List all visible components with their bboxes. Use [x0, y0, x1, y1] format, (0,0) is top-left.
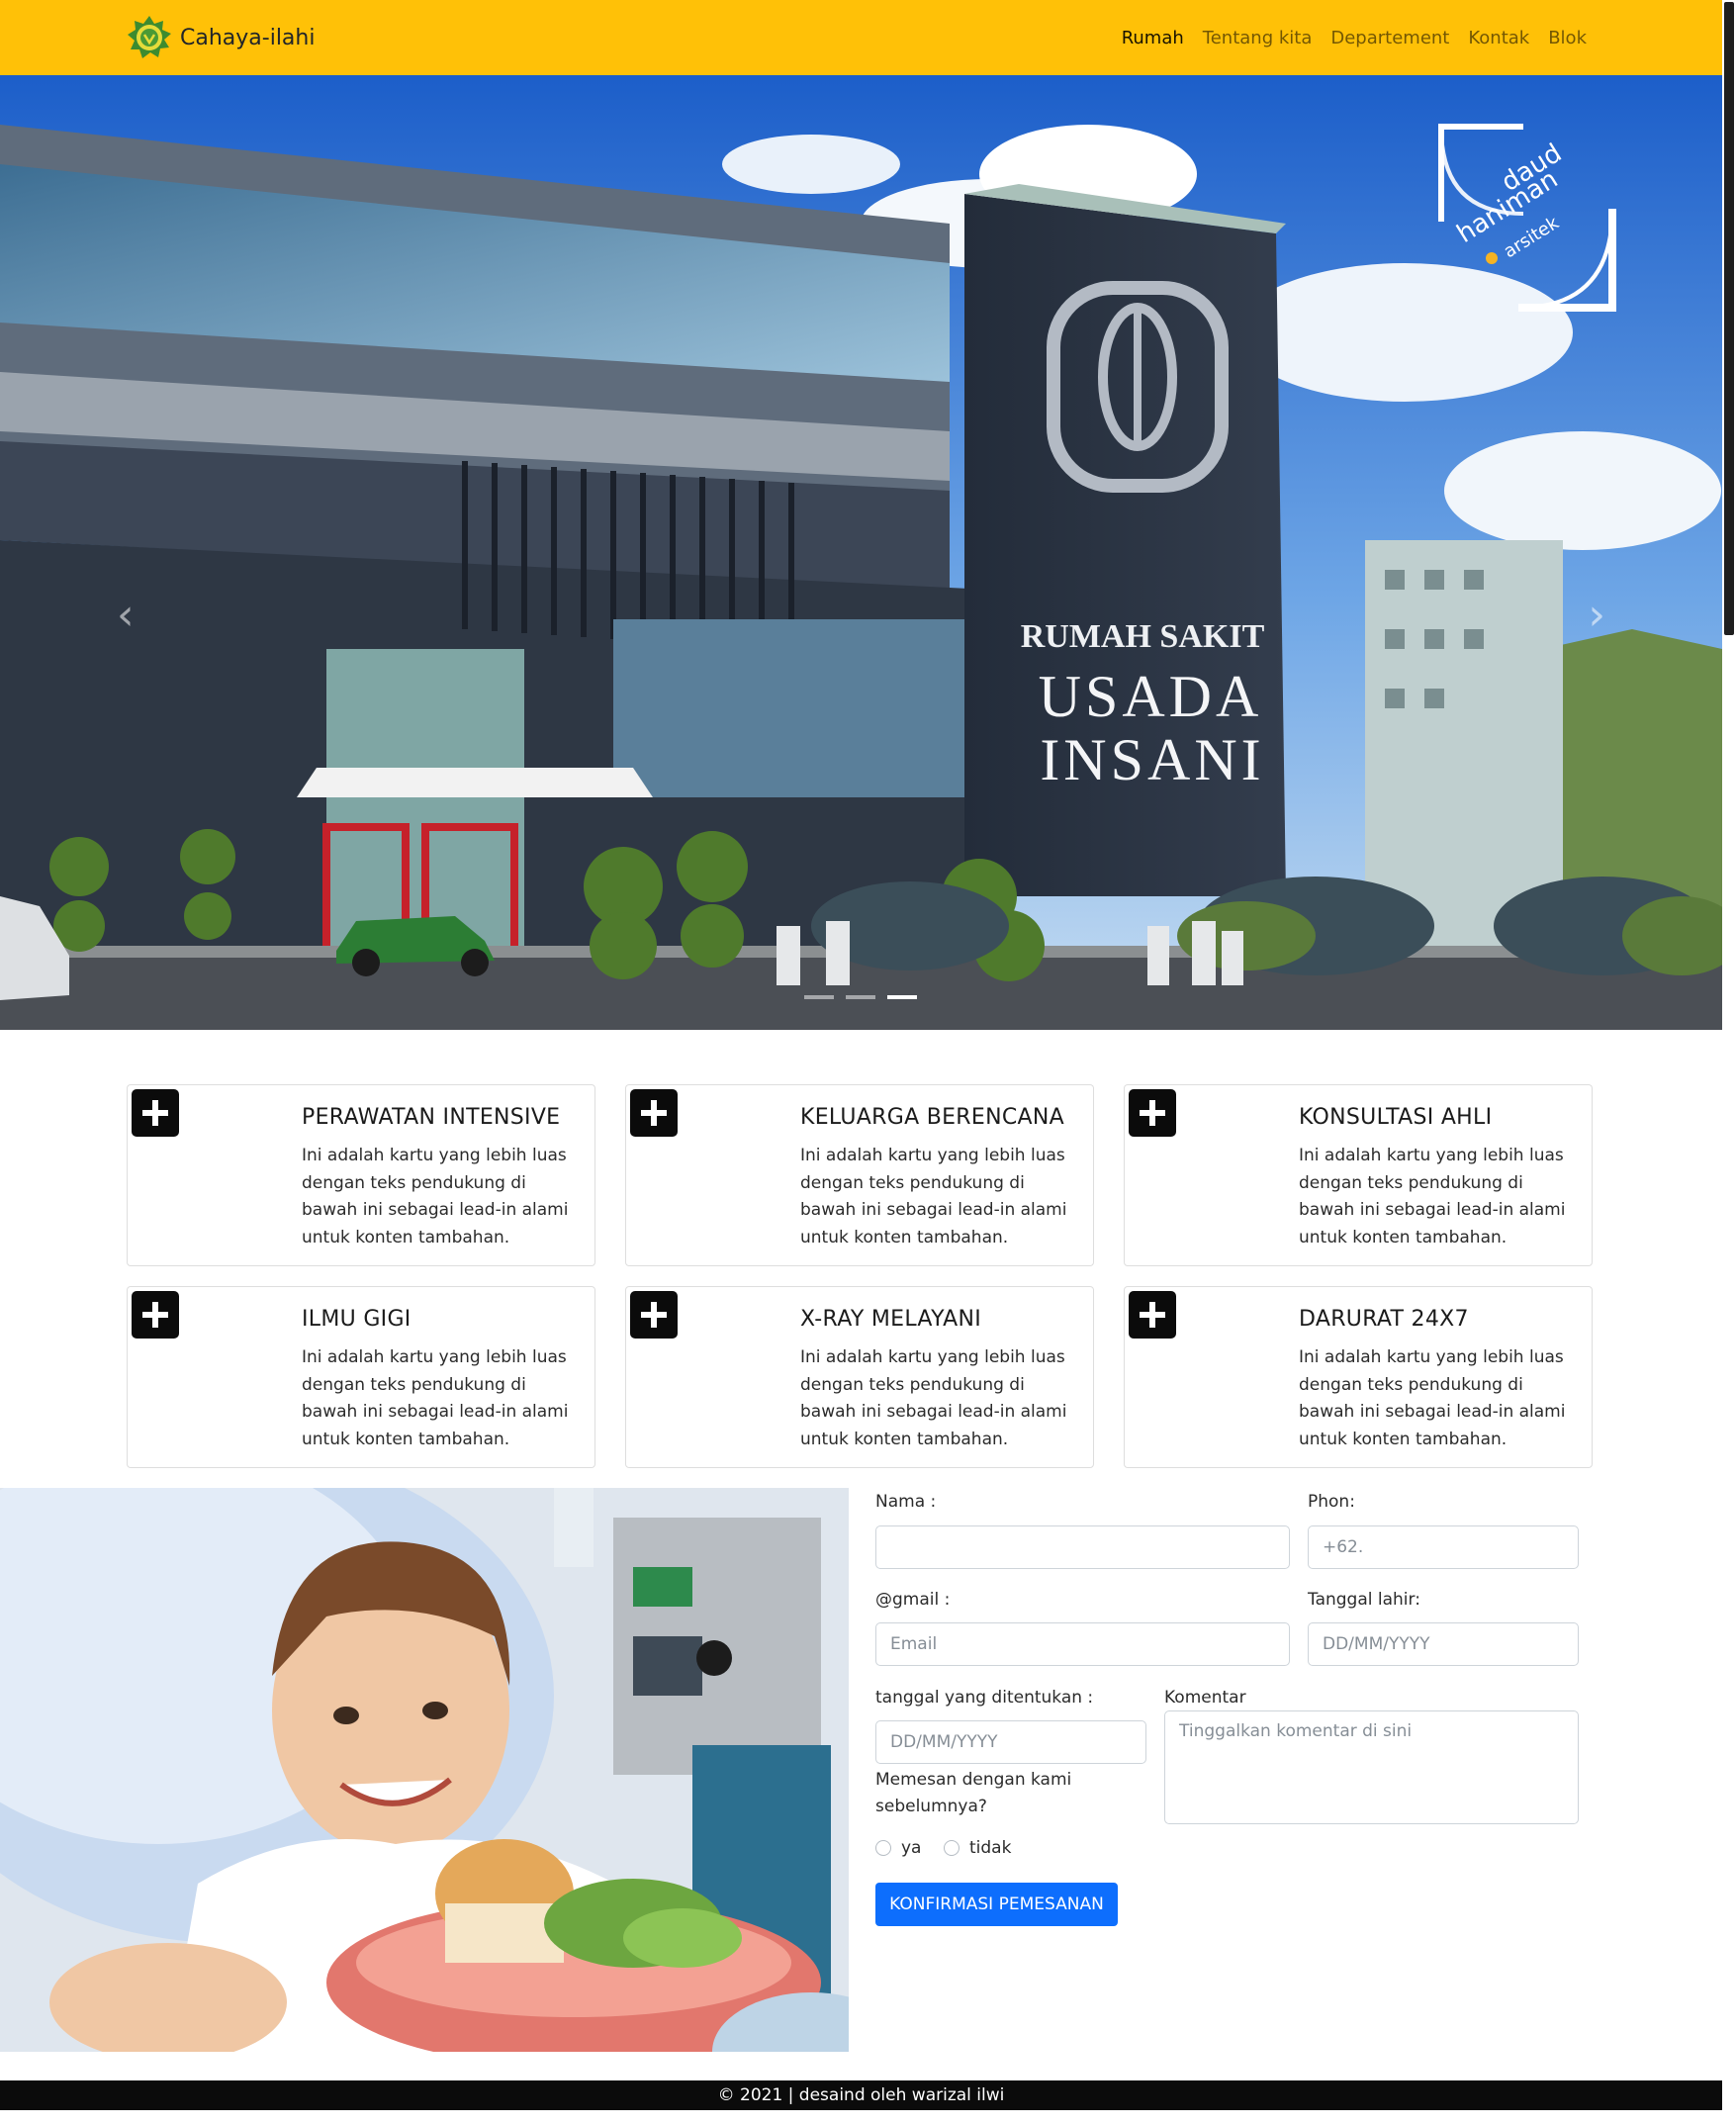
- brand[interactable]: Cahaya-ilahi: [127, 14, 315, 61]
- card-text: Ini adalah kartu yang lebih luas dengan …: [1299, 1146, 1566, 1247]
- card-text: Ini adalah kartu yang lebih luas dengan …: [1299, 1347, 1566, 1449]
- service-card-konsultasi-ahli: KONSULTASI AHLI Ini adalah kartu yang le…: [1124, 1084, 1593, 1266]
- nav-item-tentang-kita[interactable]: Tentang kita: [1203, 28, 1313, 48]
- nav-item-departement[interactable]: Departement: [1330, 28, 1449, 48]
- service-card-ilmu-gigi: ILMU GIGI Ini adalah kartu yang lebih lu…: [127, 1286, 595, 1468]
- footer: © 2021 | desaind oleh warizal ilwi: [0, 2080, 1722, 2110]
- sign-line-2: USADA: [1039, 664, 1263, 729]
- hero-carousel: RUMAH SAKIT USADA INSANI daud haniman ar…: [0, 75, 1722, 1030]
- nav-item-kontak[interactable]: Kontak: [1468, 28, 1529, 48]
- nama-label: Nama :: [875, 1492, 937, 1512]
- radio-ya[interactable]: [875, 1840, 891, 1856]
- footer-text: © 2021 | desaind oleh warizal ilwi: [717, 2085, 1005, 2105]
- radio-ya-label: ya: [901, 1838, 922, 1858]
- dob-label: Tanggal lahir:: [1308, 1590, 1420, 1610]
- radio-tidak[interactable]: [944, 1840, 959, 1856]
- carousel-indicator-2[interactable]: [846, 995, 875, 999]
- card-title: X-RAY MELAYANI: [800, 1307, 981, 1332]
- email-input[interactable]: [875, 1622, 1290, 1666]
- plus-icon: [1129, 1089, 1176, 1137]
- card-title: PERAWATAN INTENSIVE: [302, 1105, 561, 1130]
- service-card-perawatan-intensive: PERAWATAN INTENSIVE Ini adalah kartu yan…: [127, 1084, 595, 1266]
- sign-line-1: RUMAH SAKIT: [1021, 618, 1265, 655]
- carousel-indicator-3[interactable]: [887, 995, 917, 999]
- carousel-prev-icon[interactable]: ‹: [117, 590, 135, 640]
- card-text: Ini adalah kartu yang lebih luas dengan …: [800, 1347, 1067, 1449]
- card-text: Ini adalah kartu yang lebih luas dengan …: [302, 1146, 569, 1247]
- appointment-date-label: tanggal yang ditentukan :: [875, 1688, 1094, 1708]
- patient-photo: [0, 1488, 849, 2052]
- comment-textarea[interactable]: [1164, 1710, 1579, 1824]
- phone-label: Phon:: [1308, 1492, 1355, 1512]
- hospital-building-image: RUMAH SAKIT USADA INSANI daud haniman ar…: [0, 75, 1722, 1030]
- card-title: ILMU GIGI: [302, 1307, 411, 1332]
- brand-name: Cahaya-ilahi: [180, 25, 316, 50]
- carousel-indicators: [804, 995, 917, 999]
- service-card-keluarga-berencana: KELUARGA BERENCANA Ini adalah kartu yang…: [625, 1084, 1094, 1266]
- plus-icon: [630, 1089, 678, 1137]
- confirm-booking-button[interactable]: KONFIRMASI PEMESANAN: [875, 1883, 1118, 1926]
- nav-links: Rumah Tentang kita Departement Kontak Bl…: [1122, 0, 1587, 75]
- plus-icon: [630, 1291, 678, 1339]
- nav-item-rumah[interactable]: Rumah: [1122, 28, 1184, 48]
- card-title: KELUARGA BERENCANA: [800, 1105, 1064, 1130]
- carousel-indicator-1[interactable]: [804, 995, 834, 999]
- carousel-next-icon[interactable]: ›: [1588, 590, 1605, 640]
- nav-item-blok[interactable]: Blok: [1548, 28, 1587, 48]
- booked-before-question: Memesan dengan kami sebelumnya?: [875, 1770, 1072, 1816]
- phone-input[interactable]: [1308, 1525, 1579, 1569]
- nama-input[interactable]: [875, 1525, 1290, 1569]
- radio-tidak-label: tidak: [969, 1838, 1012, 1858]
- card-text: Ini adalah kartu yang lebih luas dengan …: [800, 1146, 1067, 1247]
- appointment-date-input[interactable]: [875, 1720, 1146, 1764]
- plus-icon: [1129, 1291, 1176, 1339]
- dob-input[interactable]: [1308, 1622, 1579, 1666]
- scrollbar-thumb[interactable]: [1724, 2, 1734, 635]
- service-card-darurat-24x7: DARURAT 24X7 Ini adalah kartu yang lebih…: [1124, 1286, 1593, 1468]
- gear-emblem-icon: [128, 16, 171, 58]
- card-title: DARURAT 24X7: [1299, 1307, 1469, 1332]
- plus-icon: [132, 1291, 179, 1339]
- comment-label: Komentar: [1164, 1688, 1246, 1708]
- navbar: Cahaya-ilahi Rumah Tentang kita Departem…: [0, 0, 1722, 75]
- service-card-x-ray-melayani: X-RAY MELAYANI Ini adalah kartu yang leb…: [625, 1286, 1094, 1468]
- card-text: Ini adalah kartu yang lebih luas dengan …: [302, 1347, 569, 1449]
- email-label: @gmail :: [875, 1590, 951, 1610]
- sign-line-3: INSANI: [1040, 727, 1264, 792]
- plus-icon: [132, 1089, 179, 1137]
- page-scrollbar[interactable]: [1722, 0, 1736, 2125]
- card-title: KONSULTASI AHLI: [1299, 1105, 1493, 1130]
